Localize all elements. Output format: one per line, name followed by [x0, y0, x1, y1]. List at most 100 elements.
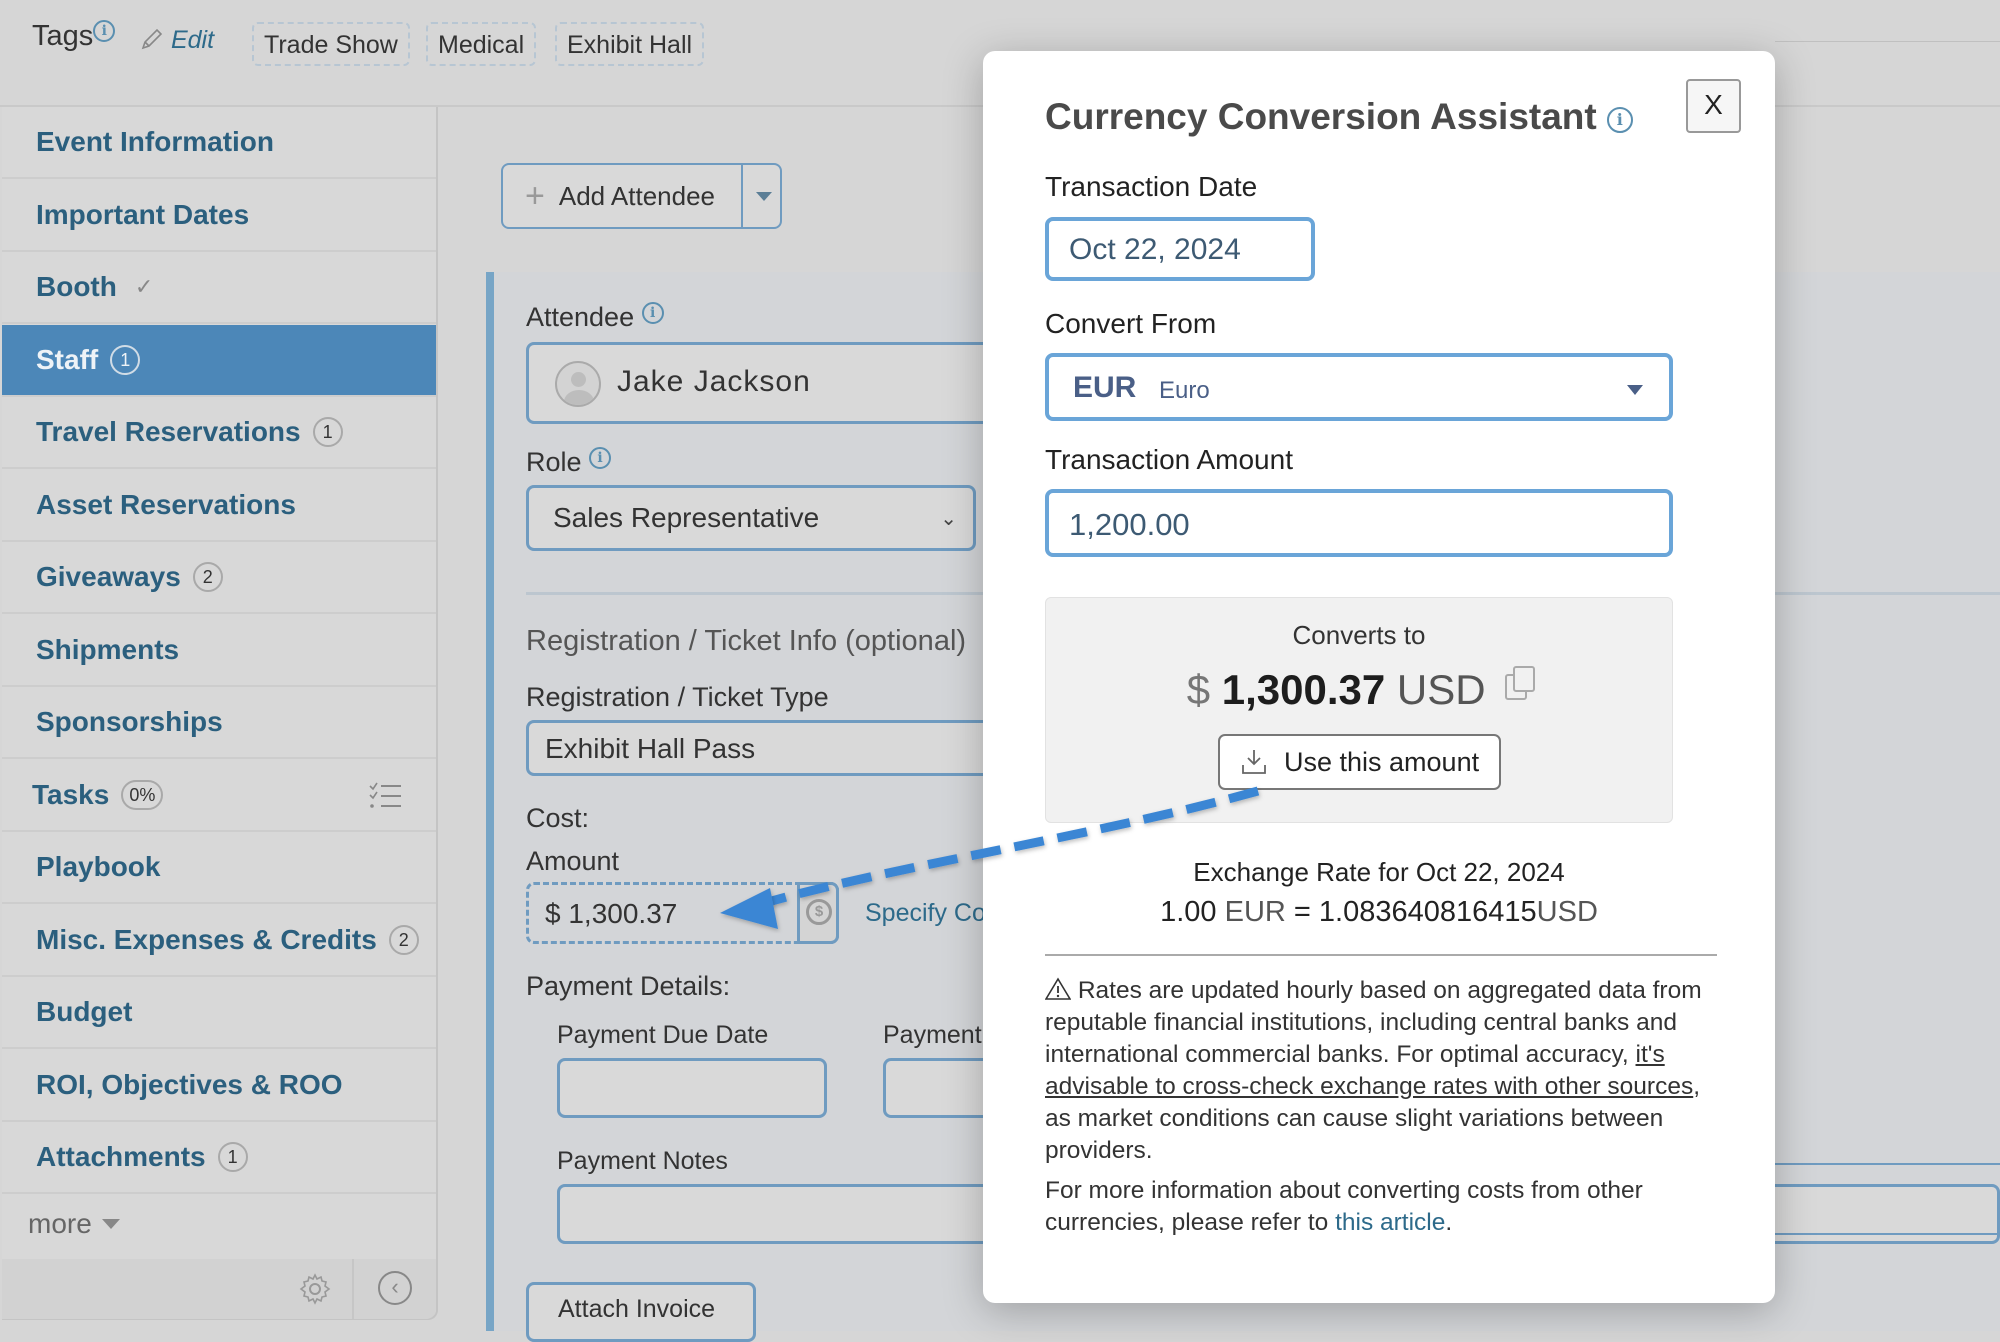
- attendee-field[interactable]: Jake Jackson: [526, 342, 1006, 424]
- more-toggle[interactable]: more: [2, 1189, 436, 1259]
- sidebar-item-budget[interactable]: Budget: [2, 977, 436, 1049]
- field-border-edge: [1775, 1163, 2000, 1165]
- attach-invoice-button[interactable]: Attach Invoice: [526, 1282, 756, 1342]
- sidebar-item-tasks[interactable]: Tasks 0%: [2, 760, 436, 832]
- currency-code: EUR: [1073, 371, 1137, 404]
- converted-amount: 1,300.37: [1221, 666, 1386, 713]
- sidebar-item-label: Shipments: [36, 633, 180, 665]
- modal-title-text: Currency Conversion Assistant: [1045, 96, 1597, 137]
- amount-label: Amount: [526, 846, 620, 876]
- gear-icon[interactable]: [298, 1272, 332, 1306]
- exchange-rate-value: 1.00 EUR = 1.083640816415USD: [983, 896, 1775, 929]
- sidebar-item-label: Staff: [36, 343, 99, 375]
- ticket-type-value: Exhibit Hall Pass: [545, 733, 756, 764]
- rate-equals: =: [1293, 896, 1311, 928]
- sidebar-item-sponsorships[interactable]: Sponsorships: [2, 687, 436, 759]
- registration-heading: Registration / Ticket Info (optional): [526, 625, 967, 657]
- sidebar-item-label: Travel Reservations: [36, 416, 301, 447]
- collapse-sidebar-icon[interactable]: ‹: [378, 1271, 412, 1305]
- sidebar-item-label: Event Information: [36, 126, 275, 157]
- amount-input[interactable]: $ 1,300.37 $: [526, 882, 839, 944]
- tag-chip[interactable]: Medical: [426, 22, 537, 66]
- warning-icon: [1045, 977, 1071, 1000]
- currency-convert-button[interactable]: $: [797, 882, 839, 944]
- sidebar-item-misc-expenses[interactable]: Misc. Expenses & Credits 2: [2, 905, 436, 977]
- plus-icon: +: [525, 176, 545, 215]
- add-attendee-dropdown-toggle[interactable]: [745, 165, 782, 227]
- specify-currency-link[interactable]: Specify Co: [865, 899, 986, 928]
- converts-to-label: Converts to: [1292, 620, 1426, 650]
- tag-chip[interactable]: Trade Show: [252, 22, 410, 66]
- payment-field-label: Payment: [883, 1021, 982, 1049]
- payment-notes-label: Payment Notes: [557, 1147, 728, 1175]
- currency-symbol: $: [1186, 666, 1211, 713]
- sidebar-item-playbook[interactable]: Playbook: [2, 832, 436, 904]
- sidebar-item-label: Asset Reservations: [36, 488, 296, 520]
- tags-label: Tags i: [32, 20, 116, 53]
- sidebar-item-label: Booth: [36, 271, 117, 302]
- add-attendee-label: Add Attendee: [558, 180, 715, 211]
- payment-due-date-label: Payment Due Date: [557, 1021, 769, 1049]
- sidebar-nav: Event Information Important Dates Booth ✓…: [2, 107, 438, 1320]
- role-select[interactable]: Sales Representative ⌄: [526, 485, 976, 551]
- count-badge: 1: [312, 417, 343, 447]
- sidebar-item-booth[interactable]: Booth ✓: [2, 252, 436, 324]
- transaction-date-input[interactable]: Oct 22, 2024: [1045, 217, 1315, 281]
- currency-conversion-modal: Currency Conversion Assistant i X Transac…: [983, 51, 1775, 1303]
- transaction-amount-label: Transaction Amount: [1045, 444, 1293, 475]
- sidebar-item-shipments[interactable]: Shipments: [2, 615, 436, 687]
- sidebar-item-label: Important Dates: [36, 198, 250, 230]
- check-icon: ✓: [134, 274, 154, 299]
- sidebar-item-asset-reservations[interactable]: Asset Reservations: [2, 470, 436, 542]
- convert-from-select[interactable]: EUR Euro: [1045, 353, 1673, 421]
- amount-value: $ 1,300.37: [545, 898, 678, 929]
- sidebar-item-label: Sponsorships: [36, 706, 223, 737]
- add-attendee-button[interactable]: + Add Attendee: [503, 165, 743, 227]
- exchange-rate-title: Exchange Rate for Oct 22, 2024: [1193, 857, 1565, 887]
- footer-divider: [352, 1259, 354, 1319]
- sidebar-item-staff[interactable]: Staff 1: [2, 324, 436, 397]
- count-badge: 1: [110, 344, 141, 375]
- divider: [1775, 41, 2000, 42]
- this-article-link[interactable]: this article: [1335, 1209, 1445, 1236]
- rate-base-code: EUR: [1224, 896, 1286, 928]
- transaction-amount-value: 1,200.00: [1069, 507, 1190, 542]
- payment-details-label: Payment Details:: [526, 971, 731, 1001]
- sidebar-item-attachments[interactable]: Attachments 1: [2, 1122, 436, 1194]
- tag-chip[interactable]: Exhibit Hall: [555, 22, 705, 66]
- rates-disclaimer: Rates are updated hourly based on aggreg…: [1045, 975, 1725, 1167]
- disclaimer-text: Rates are updated hourly based on aggreg…: [1045, 977, 1702, 1068]
- use-this-amount-label: Use this amount: [1284, 747, 1480, 777]
- info-icon[interactable]: i: [93, 20, 116, 42]
- edit-label: Edit: [170, 26, 215, 54]
- use-this-amount-button[interactable]: Use this amount: [1218, 734, 1501, 790]
- convert-from-label: Convert From: [1045, 308, 1217, 339]
- copy-icon[interactable]: [1505, 666, 1536, 700]
- conversion-result-box: Converts to $ 1,300.37 USD Use this amou…: [1045, 597, 1673, 823]
- more-label: more: [28, 1208, 92, 1239]
- tags-label-text: Tags: [32, 20, 94, 52]
- count-badge: 1: [217, 1142, 248, 1172]
- sidebar-item-travel-reservations[interactable]: Travel Reservations 1: [2, 397, 436, 469]
- close-button[interactable]: X: [1686, 79, 1741, 133]
- sidebar-item-giveaways[interactable]: Giveaways 2: [2, 542, 436, 614]
- attendee-name: Jake Jackson: [617, 365, 811, 398]
- edit-tags-link[interactable]: Edit: [140, 26, 214, 55]
- info-icon[interactable]: i: [1606, 107, 1633, 133]
- payment-due-date-input[interactable]: [557, 1058, 827, 1118]
- sidebar-item-roi[interactable]: ROI, Objectives & ROO: [2, 1050, 436, 1122]
- count-badge: 2: [192, 562, 223, 592]
- download-icon: [1242, 750, 1266, 774]
- attendee-label-text: Attendee: [526, 302, 635, 332]
- sidebar-footer: ‹: [2, 1259, 436, 1319]
- sidebar-item-event-information[interactable]: Event Information: [2, 107, 436, 179]
- info-icon[interactable]: i: [641, 302, 664, 324]
- ticket-type-field[interactable]: Exhibit Hall Pass: [526, 720, 1006, 776]
- info-icon[interactable]: i: [589, 447, 612, 469]
- section-divider: [1775, 592, 2000, 595]
- chevron-down-icon: ⌄: [940, 508, 957, 530]
- transaction-amount-input[interactable]: 1,200.00: [1045, 489, 1673, 557]
- sidebar-item-important-dates[interactable]: Important Dates: [2, 180, 436, 252]
- rate-quote-amount: 1.083640816415: [1318, 896, 1537, 928]
- checklist-icon[interactable]: [368, 782, 402, 810]
